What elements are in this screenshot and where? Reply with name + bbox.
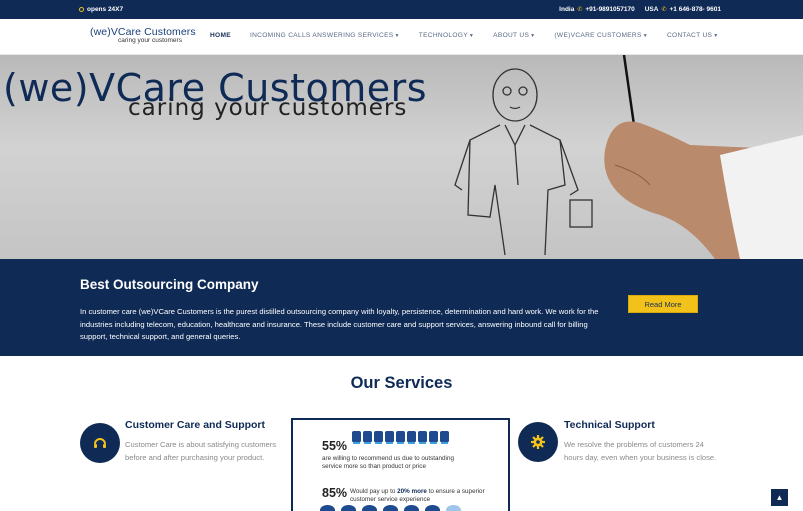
chevron-up-icon: ▲ bbox=[775, 493, 784, 502]
nav-technology[interactable]: TECHNOLOGY ▼ bbox=[419, 32, 474, 39]
thumbs-up-icon bbox=[396, 431, 405, 444]
caret-down-icon: ▼ bbox=[713, 32, 719, 39]
caret-down-icon: ▼ bbox=[468, 32, 475, 39]
stat-55-text: are willing to recommend us due to outst… bbox=[322, 455, 454, 470]
gear-icon bbox=[518, 422, 558, 462]
stat-55-value: 55% bbox=[322, 439, 348, 453]
nav-contact-us[interactable]: CONTACT US ▼ bbox=[667, 32, 719, 39]
person-icon bbox=[320, 505, 335, 511]
services-title: Our Services bbox=[350, 374, 453, 392]
opening-hours-text: opens 24X7 bbox=[87, 6, 124, 13]
person-icon bbox=[404, 505, 419, 511]
thumbs-up-icon bbox=[352, 431, 361, 444]
nav-menu: HOME INCOMING CALLS ANSWERING SERVICES ▼ … bbox=[210, 32, 737, 39]
person-icon bbox=[383, 505, 398, 511]
site-logo[interactable]: (we)VCare Customers caring your customer… bbox=[90, 27, 196, 44]
stat-85-value: 85% bbox=[322, 486, 348, 500]
service-description: We resolve the problems of customers 24 … bbox=[564, 440, 717, 462]
main-navigation: (we)VCare Customers caring your customer… bbox=[0, 19, 803, 55]
thumbs-up-icon bbox=[363, 431, 372, 444]
intro-section: Best Outsourcing Company In customer car… bbox=[0, 259, 803, 356]
headset-icon bbox=[80, 423, 120, 463]
clock-icon bbox=[79, 7, 84, 12]
nav-home[interactable]: HOME bbox=[210, 32, 231, 39]
person-icon bbox=[425, 505, 440, 511]
india-label: India bbox=[559, 6, 575, 13]
intro-heading: Best Outsourcing Company bbox=[80, 277, 259, 292]
read-more-button[interactable]: Read More bbox=[628, 295, 698, 313]
caret-down-icon: ▼ bbox=[394, 32, 400, 39]
service-heading[interactable]: Customer Care and Support bbox=[125, 419, 265, 431]
usa-phone-link[interactable]: +1 646-878- 9601 bbox=[669, 6, 721, 13]
thumbs-up-icon bbox=[385, 431, 394, 444]
thumbs-up-icon bbox=[429, 431, 438, 444]
intro-text: In customer care (we)VCare Customers is … bbox=[80, 307, 599, 341]
thumbs-up-icon bbox=[440, 431, 449, 444]
person-icon bbox=[341, 505, 356, 511]
people-icons bbox=[320, 505, 461, 511]
caret-down-icon: ▼ bbox=[642, 32, 648, 39]
thumbs-up-icon bbox=[418, 431, 427, 444]
phone-icon: ✆ bbox=[577, 7, 583, 13]
nav-wevcare-customers[interactable]: (WE)VCARE CUSTOMERS ▼ bbox=[554, 32, 648, 39]
caret-down-icon: ▼ bbox=[530, 32, 536, 39]
thumbs-up-icons bbox=[352, 431, 449, 444]
hero-subtitle: caring your customers bbox=[128, 95, 408, 121]
stat-85-text: Would pay up to 20% more to ensure a sup… bbox=[350, 488, 485, 503]
opening-hours: opens 24X7 bbox=[79, 6, 123, 13]
service-heading[interactable]: Technical Support bbox=[564, 419, 655, 431]
usa-label: USA bbox=[644, 6, 659, 13]
scroll-to-top-button[interactable]: ▲ bbox=[771, 489, 788, 506]
top-info-bar: opens 24X7 India ✆ +91-9891057170 USA ✆ … bbox=[0, 0, 803, 19]
person-icon bbox=[362, 505, 377, 511]
india-phone-link[interactable]: +91-9891057170 bbox=[585, 6, 634, 13]
logo-name: (we)VCare Customers bbox=[90, 26, 196, 38]
contact-phones: India ✆ +91-9891057170 USA ✆ +1 646-878-… bbox=[559, 6, 721, 13]
thumbs-up-icon bbox=[374, 431, 383, 444]
logo-tagline: caring your customers bbox=[118, 37, 182, 44]
hero-banner: (we)VCare Customers caring your customer… bbox=[0, 55, 803, 259]
nav-incoming-calls[interactable]: INCOMING CALLS ANSWERING SERVICES ▼ bbox=[250, 32, 400, 39]
customer-service-infographic: 55% are willing to recommend us due to o… bbox=[291, 418, 510, 511]
nav-about-us[interactable]: ABOUT US ▼ bbox=[493, 32, 535, 39]
phone-icon: ✆ bbox=[661, 7, 667, 13]
service-description: Customer Care is about satisfying custom… bbox=[125, 440, 277, 462]
person-icon bbox=[446, 505, 461, 511]
thumbs-up-icon bbox=[407, 431, 416, 444]
